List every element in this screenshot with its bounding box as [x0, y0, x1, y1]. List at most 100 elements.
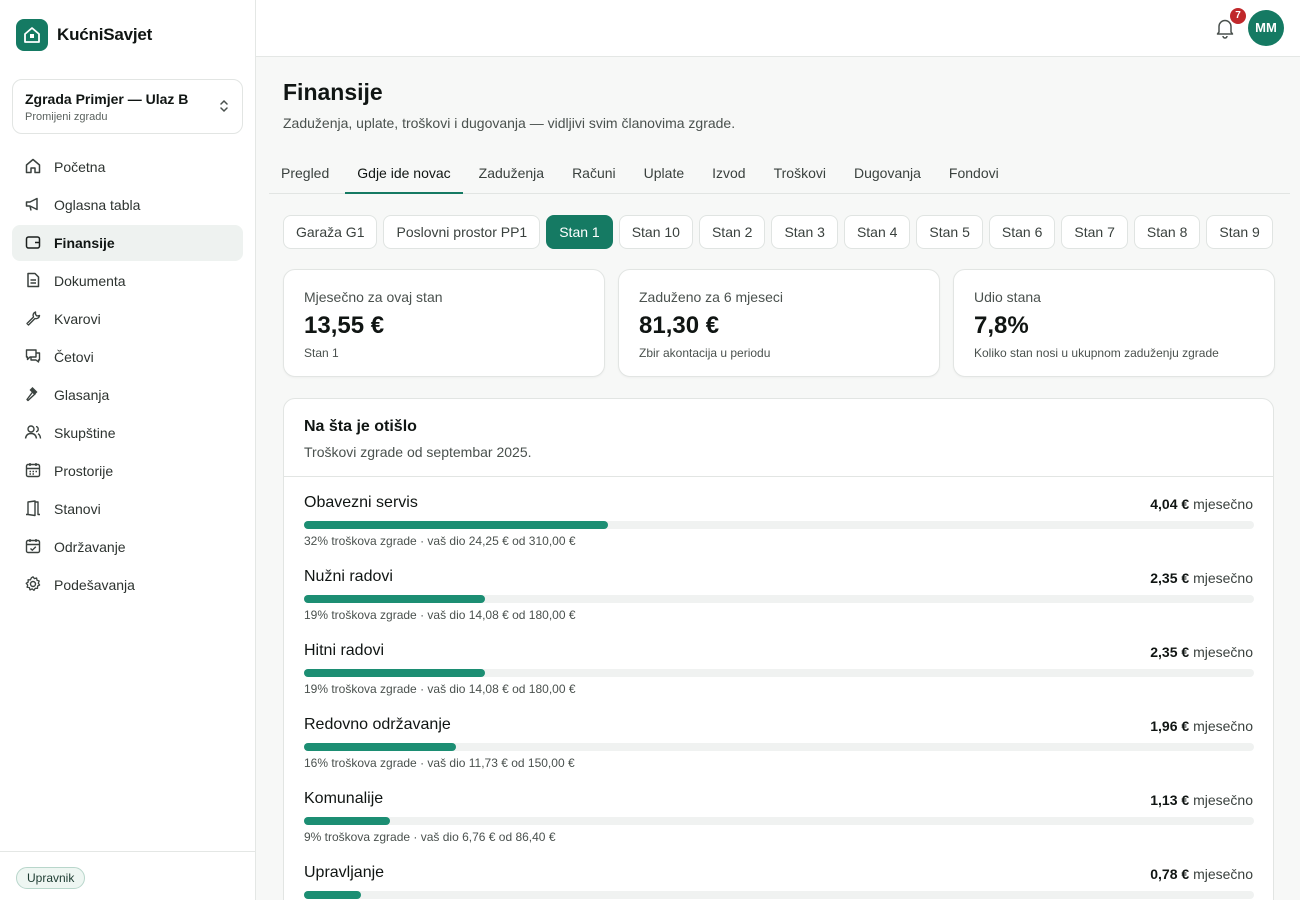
unit-chip-stan-9[interactable]: Stan 9 [1206, 215, 1273, 249]
sidebar-item-label: Dokumenta [54, 273, 126, 289]
users-icon [24, 423, 42, 444]
stat-cards: Mjesečno za ovaj stan 13,55 € Stan 1 Zad… [283, 269, 1275, 377]
cost-note: 16% troškova zgrade · vaš dio 11,73 € od… [304, 756, 575, 770]
cost-amount: 2,35 € mjesečno [1150, 570, 1253, 586]
sidebar-item-pocetna[interactable]: Početna [12, 149, 243, 185]
cost-amount: 2,35 € mjesečno [1150, 644, 1253, 660]
cost-amount-unit: mjesečno [1193, 718, 1253, 734]
cost-item: Komunalije 1,13 € mjesečno 9% troškova zgr… [304, 790, 1254, 864]
breakdown-title: Na šta je otišlo [304, 418, 417, 435]
sidebar-item-odrzavanje[interactable]: Održavanje [12, 529, 243, 565]
unit-chip-stan-6[interactable]: Stan 6 [988, 215, 1056, 249]
cost-bar-track [304, 743, 1254, 751]
unit-chip-stan-4[interactable]: Stan 4 [843, 215, 911, 249]
megaphone-icon [24, 195, 42, 216]
tab-dugovanja[interactable]: Dugovanja [842, 156, 933, 194]
stat-note: Koliko stan nosi u ukupnom zaduženju zgr… [974, 346, 1219, 360]
cost-amount-value: 0,78 € [1150, 866, 1190, 882]
building-name: Zgrada Primjer — Ulaz B [25, 91, 189, 107]
tab-zaduzenja[interactable]: Zaduženja [467, 156, 556, 194]
cost-item: Hitni radovi 2,35 € mjesečno 19% troškova … [304, 642, 1254, 716]
chevron-up-down-icon [218, 98, 230, 119]
sidebar-item-label: Finansije [54, 235, 115, 251]
finance-tabs: Pregled Gdje ide novac Zaduženja Računi … [269, 156, 1290, 194]
sidebar-item-kvarovi[interactable]: Kvarovi [12, 301, 243, 337]
cost-amount-unit: mjesečno [1193, 496, 1253, 512]
cost-amount: 1,96 € mjesečno [1150, 718, 1253, 734]
cost-bar-fill [304, 521, 608, 529]
unit-chip-stan-1[interactable]: Stan 1 [546, 215, 613, 249]
cost-breakdown-card: Na šta je otišlo Troškovi zgrade od sept… [283, 398, 1274, 900]
topbar: 7 MM [256, 0, 1300, 57]
cost-bar-track [304, 595, 1254, 603]
tab-racuni[interactable]: Računi [560, 156, 628, 194]
avatar[interactable]: MM [1248, 10, 1284, 46]
sidebar-nav: Početna Oglasna tabla Finansije Dokument… [12, 149, 243, 605]
cost-bar-track [304, 669, 1254, 677]
sidebar-item-glasanja[interactable]: Glasanja [12, 377, 243, 413]
stat-note: Stan 1 [304, 346, 339, 360]
home-icon [24, 157, 42, 178]
cost-amount: 1,13 € mjesečno [1150, 792, 1253, 808]
cost-amount-value: 1,96 € [1150, 718, 1190, 734]
unit-chip-stan-5[interactable]: Stan 5 [916, 215, 983, 249]
sidebar-item-finansije[interactable]: Finansije [12, 225, 243, 261]
cost-bar-track [304, 521, 1254, 529]
tab-troskovi[interactable]: Troškovi [762, 156, 838, 194]
cost-amount-value: 2,35 € [1150, 644, 1190, 660]
wrench-icon [24, 309, 42, 330]
tab-izvod[interactable]: Izvod [700, 156, 757, 194]
building-change-label: Promijeni zgradu [25, 111, 108, 123]
cost-amount-unit: mjesečno [1193, 792, 1253, 808]
cost-note: 32% troškova zgrade · vaš dio 24,25 € od… [304, 534, 576, 548]
unit-chip-garaza-g1[interactable]: Garaža G1 [283, 215, 378, 249]
sidebar-item-oglasna-tabla[interactable]: Oglasna tabla [12, 187, 243, 223]
tab-gdje-ide-novac[interactable]: Gdje ide novac [345, 156, 463, 194]
sidebar-item-skupstine[interactable]: Skupštine [12, 415, 243, 451]
unit-chip-stan-2[interactable]: Stan 2 [698, 215, 766, 249]
stat-label: Mjesečno za ovaj stan [304, 289, 443, 305]
unit-chip-stan-7[interactable]: Stan 7 [1061, 215, 1128, 249]
document-icon [24, 271, 42, 292]
sidebar-item-stanovi[interactable]: Stanovi [12, 491, 243, 527]
unit-chip-stan-10[interactable]: Stan 10 [618, 215, 693, 249]
cost-amount-unit: mjesečno [1193, 570, 1253, 586]
main-content: Finansije Zaduženja, uplate, troškovi i … [256, 57, 1300, 900]
cost-name: Upravljanje [304, 864, 385, 881]
cost-amount-unit: mjesečno [1193, 866, 1253, 882]
unit-chip-poslovni-prostor-pp1[interactable]: Poslovni prostor PP1 [383, 215, 541, 249]
sidebar-item-label: Početna [54, 159, 106, 175]
unit-chip-stan-8[interactable]: Stan 8 [1133, 215, 1201, 249]
cost-bar-fill [304, 669, 485, 677]
brand[interactable]: KućniSavjet [16, 19, 152, 51]
tab-fondovi[interactable]: Fondovi [937, 156, 1011, 194]
cost-name: Redovno održavanje [304, 716, 451, 733]
sidebar-item-label: Stanovi [54, 501, 101, 517]
sidebar-item-dokumenta[interactable]: Dokumenta [12, 263, 243, 299]
sidebar-item-prostorije[interactable]: Prostorije [12, 453, 243, 489]
cost-bar-fill [304, 595, 485, 603]
unit-chip-stan-3[interactable]: Stan 3 [771, 215, 838, 249]
gavel-icon [24, 385, 42, 406]
stat-label: Zaduženo za 6 mjeseci [639, 289, 783, 305]
sidebar-item-podesavanja[interactable]: Podešavanja [12, 567, 243, 603]
calendar-icon [24, 461, 42, 482]
tab-uplate[interactable]: Uplate [632, 156, 696, 194]
sidebar-item-label: Glasanja [54, 387, 110, 403]
sidebar-item-cetovi[interactable]: Četovi [12, 339, 243, 375]
page-subtitle: Zaduženja, uplate, troškovi i dugovanja … [283, 115, 736, 131]
breakdown-subtitle: Troškovi zgrade od septembar 2025. [304, 444, 532, 460]
wallet-icon [24, 233, 42, 254]
cost-amount-value: 2,35 € [1150, 570, 1190, 586]
house-logo-icon [16, 19, 48, 51]
cost-amount: 0,78 € mjesečno [1150, 866, 1253, 882]
breakdown-header: Na šta je otišlo Troškovi zgrade od sept… [284, 399, 1273, 477]
app-name: KućniSavjet [57, 25, 153, 44]
cost-note: 9% troškova zgrade · vaš dio 6,76 € od 8… [304, 830, 556, 844]
building-switcher[interactable]: Zgrada Primjer — Ulaz B Promijeni zgradu [12, 79, 243, 134]
cost-name: Hitni radovi [304, 642, 385, 659]
tab-pregled[interactable]: Pregled [269, 156, 341, 194]
cost-bar-fill [304, 891, 361, 899]
sidebar-item-label: Prostorije [54, 463, 114, 479]
chat-icon [24, 347, 42, 368]
